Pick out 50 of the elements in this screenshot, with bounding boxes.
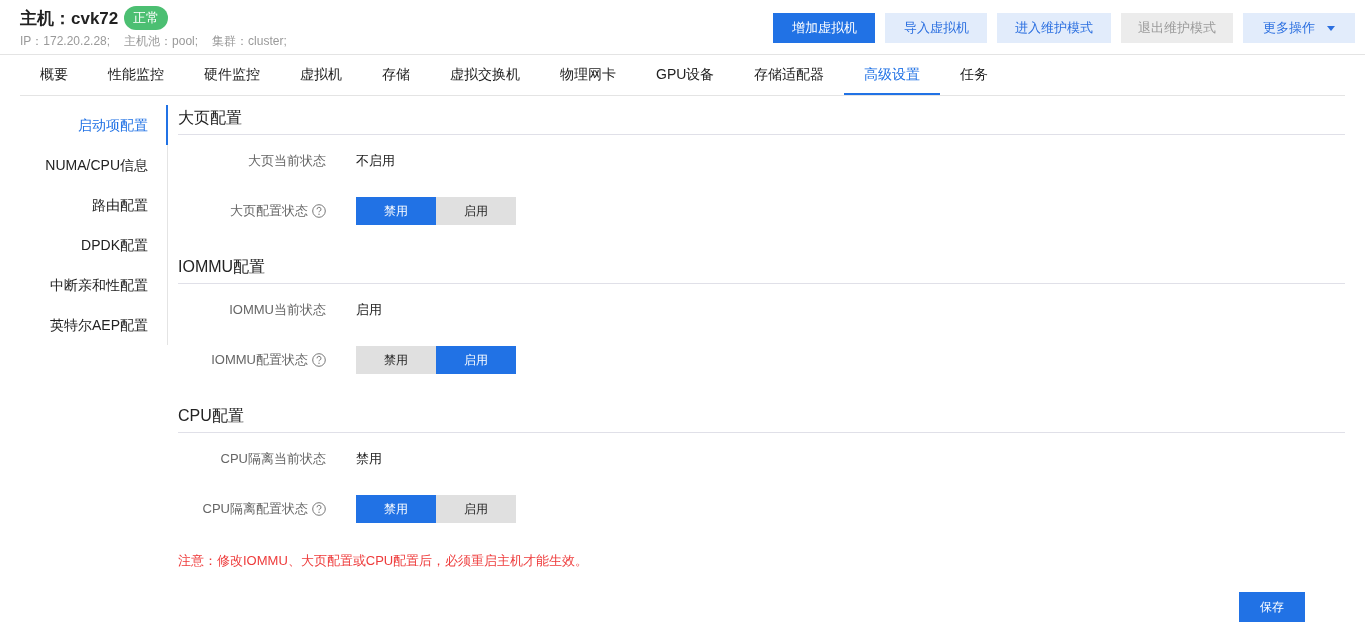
action-button[interactable]: 更多操作 (1243, 13, 1355, 43)
tab[interactable]: 高级设置 (844, 55, 941, 95)
field-label: 大页配置状态 (230, 202, 308, 220)
field-value: 启用 (356, 301, 382, 319)
field-value: 不启用 (356, 152, 395, 170)
sidebar-item[interactable]: NUMA/CPU信息 (20, 145, 168, 185)
action-button[interactable]: 导入虚拟机 (885, 13, 987, 43)
toggle-option[interactable]: 启用 (436, 197, 516, 225)
tab[interactable]: 任务 (940, 55, 1009, 95)
tab[interactable]: 性能监控 (88, 55, 184, 95)
toggle-option[interactable]: 启用 (436, 495, 516, 523)
field-label: IOMMU当前状态 (229, 301, 326, 319)
action-button[interactable]: 增加虚拟机 (773, 13, 875, 43)
save-button[interactable]: 保存 (1239, 592, 1305, 622)
tab[interactable]: 存储适配器 (734, 55, 845, 95)
sidebar-item[interactable]: 路由配置 (20, 185, 168, 225)
help-icon[interactable] (312, 204, 326, 218)
toggle-option[interactable]: 禁用 (356, 495, 436, 523)
field-label: CPU隔离配置状态 (202, 500, 308, 518)
section-title: IOMMU配置 (178, 254, 1345, 284)
help-icon[interactable] (312, 353, 326, 367)
toggle-option[interactable]: 禁用 (356, 346, 436, 374)
tab[interactable]: 虚拟交换机 (430, 55, 540, 95)
section-title: CPU配置 (178, 403, 1345, 433)
warning-note: 注意：修改IOMMU、大页配置或CPU配置后，必须重启主机才能生效。 (178, 552, 590, 570)
toggle-option[interactable]: 启用 (436, 346, 516, 374)
tab[interactable]: 硬件监控 (184, 55, 280, 95)
tab[interactable]: 虚拟机 (280, 55, 362, 95)
field-label: CPU隔离当前状态 (220, 450, 326, 468)
action-button[interactable]: 进入维护模式 (997, 13, 1111, 43)
tab[interactable]: GPU设备 (636, 55, 735, 95)
tab[interactable]: 物理网卡 (540, 55, 636, 95)
tab[interactable]: 概要 (20, 55, 88, 95)
sidebar-item[interactable]: 英特尔AEP配置 (20, 305, 168, 345)
sidebar-item[interactable]: 启动项配置 (20, 105, 168, 145)
help-icon[interactable] (312, 502, 326, 516)
field-value: 禁用 (356, 450, 382, 468)
section-title: 大页配置 (178, 105, 1345, 135)
caret-icon (1327, 25, 1335, 31)
field-label: 大页当前状态 (248, 152, 326, 170)
host-meta: 集群：cluster; (212, 33, 287, 50)
toggle-option[interactable]: 禁用 (356, 197, 436, 225)
tab[interactable]: 存储 (362, 55, 430, 95)
host-meta: IP：172.20.2.28; (20, 33, 111, 50)
sidebar-item[interactable]: 中断亲和性配置 (20, 265, 168, 305)
sidebar-item[interactable]: DPDK配置 (20, 225, 168, 265)
host-meta: 主机池：pool; (124, 33, 199, 50)
host-title: 主机：cvk72 (20, 7, 119, 30)
field-label: IOMMU配置状态 (211, 351, 308, 369)
status-badge: 正常 (124, 6, 169, 30)
